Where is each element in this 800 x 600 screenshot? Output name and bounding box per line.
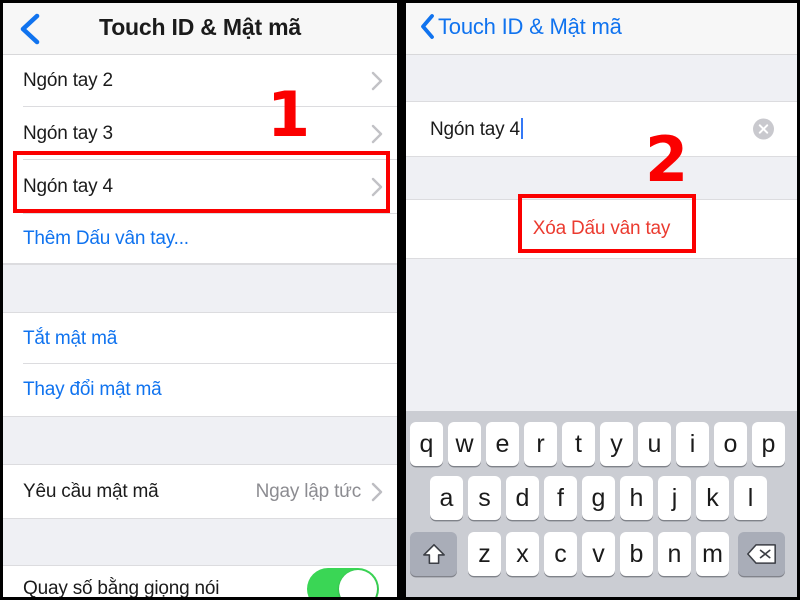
list-item-finger-3[interactable]: Ngón tay 3 bbox=[3, 107, 397, 160]
voice-dial-toggle[interactable] bbox=[307, 567, 379, 597]
list-item-turn-off-passcode[interactable]: Tắt mật mã bbox=[3, 313, 397, 364]
list-item-finger-2[interactable]: Ngón tay 2 bbox=[3, 55, 397, 107]
left-navigation-bar: Touch ID & Mật mã bbox=[3, 3, 397, 55]
right-navigation-bar: Touch ID & Mật mã bbox=[406, 3, 797, 55]
backspace-delete-icon[interactable] bbox=[738, 532, 785, 576]
list-item-add-fingerprint[interactable]: Thêm Dấu vân tay... bbox=[3, 214, 397, 264]
delete-fingerprint-button[interactable]: Xóa Dấu vân tay bbox=[406, 200, 797, 258]
key-z[interactable]: z bbox=[468, 532, 501, 576]
chevron-right-icon bbox=[371, 177, 383, 197]
fingerprint-name-value: Ngón tay 4 bbox=[430, 118, 520, 140]
list-item-value: Ngay lập tức bbox=[255, 480, 362, 502]
clear-circle-x-icon[interactable] bbox=[753, 118, 774, 140]
annotation-step-1: 1 bbox=[267, 78, 311, 151]
list-item-label: Ngón tay 4 bbox=[23, 176, 113, 197]
keyboard-row-3: z x c v b n m bbox=[406, 526, 797, 597]
screenshot-stage: Touch ID & Mật mã Ngón tay 2 Ngón tay 3 … bbox=[0, 0, 800, 600]
key-r[interactable]: r bbox=[524, 422, 557, 466]
key-h[interactable]: h bbox=[620, 476, 653, 520]
shift-up-arrow-icon[interactable] bbox=[410, 532, 457, 576]
section-gap-band-1 bbox=[3, 264, 397, 313]
chevron-left-icon bbox=[419, 13, 436, 40]
chevron-right-icon bbox=[371, 71, 383, 91]
key-i[interactable]: i bbox=[676, 422, 709, 466]
fingerprint-name-field-row[interactable]: Ngón tay 4 bbox=[406, 102, 797, 156]
key-b[interactable]: b bbox=[620, 532, 653, 576]
key-v[interactable]: v bbox=[582, 532, 615, 576]
back-button[interactable]: Touch ID & Mật mã bbox=[419, 13, 622, 40]
section-gap-band-3 bbox=[3, 518, 397, 566]
key-e[interactable]: e bbox=[486, 422, 519, 466]
keyboard-row-2: a s d f g h j k l bbox=[406, 468, 797, 526]
list-item-voice-dial[interactable]: Quay số bằng giọng nói bbox=[3, 566, 397, 597]
toggle-knob bbox=[339, 569, 377, 597]
key-j[interactable]: j bbox=[658, 476, 691, 520]
list-item-label: Ngón tay 3 bbox=[23, 122, 113, 144]
key-l[interactable]: l bbox=[734, 476, 767, 520]
list-item-require-passcode[interactable]: Yêu cầu mật mã Ngay lập tức bbox=[3, 465, 397, 518]
row-divider bbox=[3, 263, 397, 264]
section-gap-band-mid bbox=[406, 156, 797, 200]
key-c[interactable]: c bbox=[544, 532, 577, 576]
key-w[interactable]: w bbox=[448, 422, 481, 466]
annotation-step-2: 2 bbox=[645, 123, 689, 196]
list-item-label: Ngón tay 2 bbox=[23, 70, 113, 91]
key-q[interactable]: q bbox=[410, 422, 443, 466]
key-n[interactable]: n bbox=[658, 532, 691, 576]
list-item-label: Quay số bằng giọng nói bbox=[23, 577, 220, 598]
section-gap-band-top bbox=[406, 55, 797, 102]
page-title: Touch ID & Mật mã bbox=[99, 14, 301, 40]
key-s[interactable]: s bbox=[468, 476, 501, 520]
keyboard-row-1: q w e r t y u i o p bbox=[406, 411, 797, 468]
key-p[interactable]: p bbox=[752, 422, 785, 466]
right-phone-panel: Touch ID & Mật mã Ngón tay 4 Xóa Dấu vân… bbox=[406, 3, 797, 597]
back-button-label: Touch ID & Mật mã bbox=[438, 13, 622, 39]
key-g[interactable]: g bbox=[582, 476, 615, 520]
key-t[interactable]: t bbox=[562, 422, 595, 466]
text-caret bbox=[520, 117, 523, 139]
chevron-right-icon bbox=[371, 482, 383, 502]
fingerprint-name-input[interactable]: Ngón tay 4 bbox=[430, 117, 523, 141]
left-phone-panel: Touch ID & Mật mã Ngón tay 2 Ngón tay 3 … bbox=[3, 3, 397, 597]
key-m[interactable]: m bbox=[696, 532, 729, 576]
list-item-label: Thay đổi mật mã bbox=[23, 379, 162, 400]
key-k[interactable]: k bbox=[696, 476, 729, 520]
key-d[interactable]: d bbox=[506, 476, 539, 520]
key-o[interactable]: o bbox=[714, 422, 747, 466]
key-u[interactable]: u bbox=[638, 422, 671, 466]
section-gap-band-2 bbox=[3, 416, 397, 465]
key-f[interactable]: f bbox=[544, 476, 577, 520]
key-a[interactable]: a bbox=[430, 476, 463, 520]
key-y[interactable]: y bbox=[600, 422, 633, 466]
list-item-label: Tắt mật mã bbox=[23, 327, 118, 349]
list-item-label: Thêm Dấu vân tay... bbox=[23, 228, 189, 249]
delete-fingerprint-label: Xóa Dấu vân tay bbox=[532, 218, 671, 239]
key-x[interactable]: x bbox=[506, 532, 539, 576]
chevron-right-icon bbox=[371, 124, 383, 144]
section-gap-band-bottom bbox=[406, 258, 797, 411]
list-item-finger-4[interactable]: Ngón tay 4 bbox=[3, 160, 397, 214]
onscreen-keyboard: q w e r t y u i o p a s d f g h j k l z … bbox=[406, 411, 797, 597]
list-item-label: Yêu cầu mật mã bbox=[23, 480, 159, 502]
list-item-change-passcode[interactable]: Thay đổi mật mã bbox=[3, 364, 397, 416]
